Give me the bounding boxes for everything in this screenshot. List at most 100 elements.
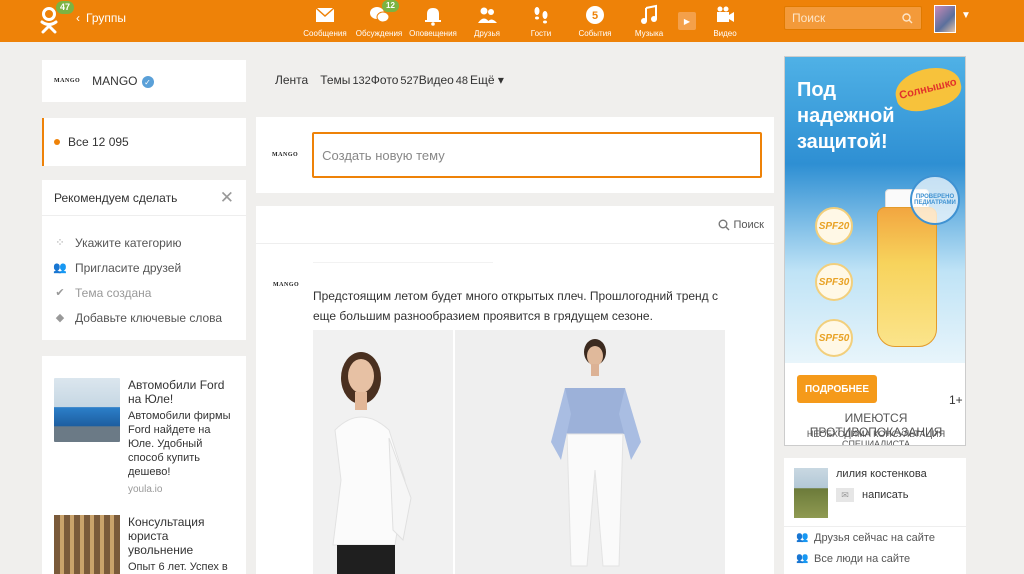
nav-messages[interactable]: Сообщения <box>298 0 352 42</box>
banner-warning-sub: НЕОБХОДИМА КОНСУЛЬТАЦИЯ СПЕЦИАЛИСТА <box>806 429 946 446</box>
footprints-icon <box>534 7 548 24</box>
verified-icon: ✓ <box>141 76 154 89</box>
group-logo: MANGO <box>272 152 299 158</box>
feed-search-label[interactable]: Поиск <box>734 219 764 231</box>
ad-description: Автомобили фирмы Ford найдете на Юле. Уд… <box>128 410 231 478</box>
pediatrician-stamp: ПРОВЕРЕНО ПЕДИАТРАМИ <box>910 175 960 225</box>
nav-video[interactable]: Видео <box>698 0 752 42</box>
banner-more-button[interactable]: ПОДРОБНЕЕ <box>797 375 877 403</box>
rec-item-category[interactable]: ⁘ Укажите категорию <box>54 230 234 255</box>
rec-item-label: Укажите категорию <box>75 235 182 250</box>
video-camera-icon <box>717 6 734 22</box>
invite-friends-icon: 👥 <box>53 262 67 274</box>
category-icon: ⁘ <box>55 237 65 249</box>
people-online-link[interactable]: 👥 Все люди на сайте <box>784 548 966 569</box>
feed-panel: Поиск MANGO Предстоящим летом будет мног… <box>256 206 774 574</box>
post-photo[interactable] <box>455 330 725 574</box>
nav-events[interactable]: 5 События <box>568 0 622 42</box>
tab-topics[interactable]: Темы 132 <box>320 73 371 87</box>
chevron-left-icon: ‹ <box>76 11 80 25</box>
spf-badge: SPF20 <box>815 207 853 245</box>
top-bar: 47 ‹ Группы Сообщения 12 Обсуждения Опов… <box>0 0 1024 42</box>
rec-item-keywords[interactable]: ◆ Добавьте ключевые слова <box>54 305 234 330</box>
tab-photos[interactable]: Фото 527 <box>371 73 419 87</box>
play-icon: ▶ <box>678 12 696 30</box>
nav-video-label: Видео <box>713 29 737 38</box>
create-topic-panel: MANGO <box>256 117 774 193</box>
video-promo[interactable]: ▶ <box>676 0 698 42</box>
nav-notifications[interactable]: Оповещения <box>406 0 460 42</box>
model-photo-image <box>551 339 641 567</box>
ad-lawyer[interactable]: Консультация юриста увольнение Опыт 6 ле… <box>42 497 246 574</box>
write-message-button[interactable]: ✉ написать <box>836 488 927 502</box>
post-divider <box>313 262 493 263</box>
nav-events-label: События <box>578 29 612 38</box>
nav-music[interactable]: Музыка <box>622 0 676 42</box>
friends-online-link[interactable]: 👥 Друзья сейчас на сайте <box>784 527 966 548</box>
all-members[interactable]: Все 12 095 <box>42 118 246 166</box>
recommendations-header: Рекомендуем сделать ✕ <box>42 180 246 216</box>
post-photo[interactable] <box>313 330 453 574</box>
rec-item-label: Добавьте ключевые слова <box>75 310 223 325</box>
nav-friends[interactable]: Друзья <box>460 0 514 42</box>
close-icon[interactable]: ✕ <box>220 188 234 208</box>
ad-title[interactable]: Автомобили Ford на Юле! <box>128 378 236 406</box>
friends-online-icon: 👥 <box>796 532 809 543</box>
friends-icon <box>478 7 497 23</box>
friend-name[interactable]: лилия костенкова <box>836 468 927 480</box>
music-note-icon <box>641 4 657 24</box>
friend-suggestion-panel: лилия костенкова ✉ написать 👥 Друзья сей… <box>784 458 966 574</box>
recommendations-list: ⁘ Укажите категорию 👥 Пригласите друзей … <box>42 216 246 330</box>
friend-avatar[interactable] <box>794 468 828 518</box>
group-name: MANGO ✓ <box>92 74 154 89</box>
envelope-icon: ✉ <box>836 488 854 502</box>
ad-image[interactable] <box>54 378 120 442</box>
people-online-icon: 👥 <box>796 553 809 564</box>
people-online-label: Все люди на сайте <box>814 552 911 565</box>
post-text[interactable]: Предстоящим летом будет много открытых п… <box>313 286 733 326</box>
rec-item-invite[interactable]: 👥 Пригласите друзей <box>53 255 234 280</box>
search-icon[interactable] <box>718 219 730 231</box>
all-members-label: Все 12 095 <box>68 135 129 149</box>
group-tabs: Лента Темы 132 Фото 527 Видео 48 Ещё ▾ <box>275 73 516 87</box>
post-author-logo[interactable]: MANGO <box>273 282 299 288</box>
group-header[interactable]: MANGO MANGO ✓ <box>42 60 246 102</box>
group-logo: MANGO <box>54 78 81 84</box>
ads-panel: Автомобили Ford на Юле! Автомобили фирмы… <box>42 356 246 574</box>
ad-image[interactable] <box>54 515 120 574</box>
ad-ford[interactable]: Автомобили Ford на Юле! Автомобили фирмы… <box>42 356 246 497</box>
back-to-groups-link[interactable]: ‹ Группы <box>76 11 126 25</box>
recommendations-title: Рекомендуем сделать <box>54 190 178 205</box>
nav-notifications-label: Оповещения <box>409 29 457 38</box>
tab-videos[interactable]: Видео 48 <box>419 73 468 87</box>
events-icon: 5 <box>586 6 604 24</box>
rec-item-label: Тема создана <box>75 285 152 300</box>
search-icon[interactable] <box>902 12 913 24</box>
tab-feed[interactable]: Лента <box>275 73 308 87</box>
top-search[interactable] <box>784 6 922 30</box>
sunscreen-ad-banner[interactable]: Под надежной защитой! Солнышко SPF20 SPF… <box>784 56 966 446</box>
ad-source[interactable]: youla.io <box>128 483 236 497</box>
nav-messages-label: Сообщения <box>303 29 347 38</box>
nav-guests[interactable]: Гости <box>514 0 568 42</box>
write-message-label: написать <box>862 489 909 501</box>
spf-badge: SPF30 <box>815 263 853 301</box>
rec-item-topic-created: ✔ Тема создана <box>54 280 234 305</box>
nav-discussions[interactable]: 12 Обсуждения <box>352 0 406 42</box>
friend-item: лилия костенкова ✉ написать <box>784 458 966 518</box>
ad-description: Опыт 6 лет. Успех в 72% дел за 2016 год. <box>128 561 228 573</box>
feed-toolbar: Поиск <box>256 206 774 244</box>
tab-more[interactable]: Ещё ▾ <box>470 73 504 87</box>
top-search-input[interactable] <box>792 11 902 25</box>
nav-music-label: Музыка <box>634 29 664 38</box>
nav-guests-label: Гости <box>530 29 552 38</box>
tag-icon: ◆ <box>55 312 65 324</box>
age-rating: 1+ <box>949 393 963 407</box>
create-topic-input[interactable] <box>312 132 763 178</box>
recommendations-panel: Рекомендуем сделать ✕ ⁘ Укажите категори… <box>42 180 246 340</box>
chevron-down-icon[interactable]: ▼ <box>961 10 971 21</box>
check-circle-icon: ✔ <box>55 287 65 299</box>
user-avatar[interactable] <box>934 5 956 33</box>
active-dot-icon <box>54 139 60 145</box>
ad-title[interactable]: Консультация юриста увольнение <box>128 515 236 557</box>
